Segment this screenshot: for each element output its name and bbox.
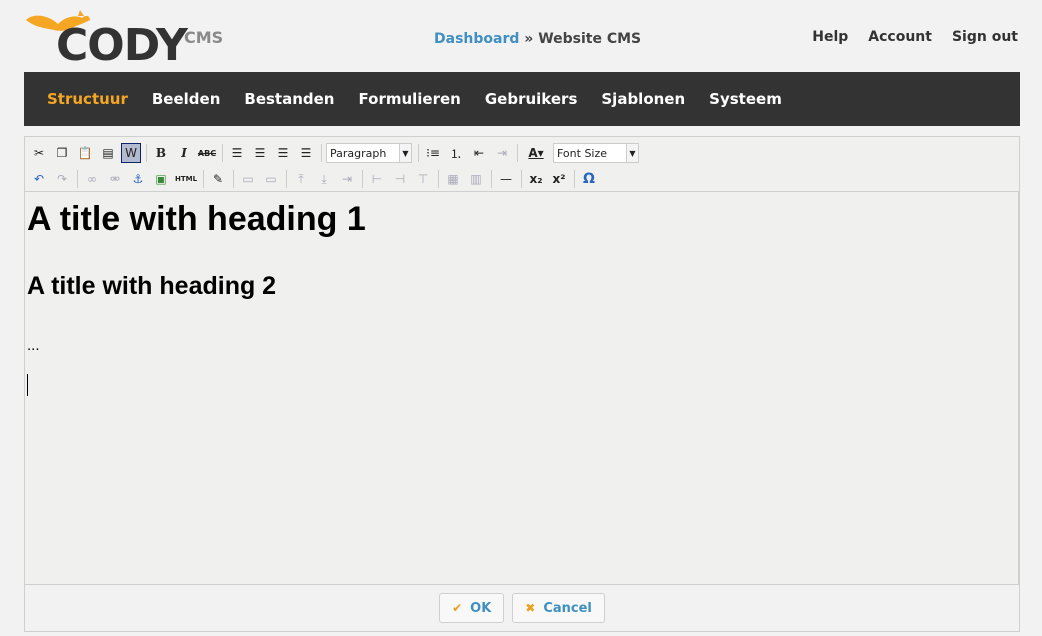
cut-icon[interactable]: ✂ [29, 143, 49, 163]
special-char-icon[interactable]: Ω [579, 169, 599, 189]
sign-out-link[interactable]: Sign out [952, 29, 1018, 45]
logo-suffix: CMS [184, 28, 224, 47]
edit-icon[interactable]: ✎ [208, 169, 228, 189]
paste-icon[interactable]: 📋 [75, 143, 95, 163]
toolbar-separator [418, 144, 419, 162]
col-after-icon[interactable]: ⊣ [390, 169, 410, 189]
editor-panel: ✂ ❐ 📋 ▤ W B I ABC ☰ ☰ ☰ ☰ Paragraph ▼ ⁝≡… [24, 136, 1020, 632]
content-heading-1: A title with heading 1 [27, 200, 366, 238]
toolbar-row-1: ✂ ❐ 📋 ▤ W B I ABC ☰ ☰ ☰ ☰ Paragraph ▼ ⁝≡… [29, 141, 643, 165]
toolbar-separator [438, 170, 439, 188]
paste-word-icon[interactable]: W [121, 143, 141, 163]
toolbar-separator [203, 170, 204, 188]
close-icon: ✖ [525, 601, 536, 615]
nav-item-gebruikers[interactable]: Gebruikers [485, 90, 578, 108]
bullet-list-icon[interactable]: ⁝≡ [423, 143, 443, 163]
row-before-icon[interactable]: ⤒ [291, 169, 311, 189]
image-icon[interactable]: ▣ [151, 169, 171, 189]
align-justify-icon[interactable]: ☰ [296, 143, 316, 163]
ok-button-label: OK [470, 600, 492, 616]
toolbar-separator [517, 144, 518, 162]
chevron-down-icon: ▼ [399, 144, 411, 162]
toolbar-separator [146, 144, 147, 162]
row-after-icon[interactable]: ⤓ [314, 169, 334, 189]
html-icon[interactable]: HTML [174, 169, 198, 189]
content-paragraph: ... [27, 337, 40, 354]
toolbar-separator [321, 144, 322, 162]
align-left-icon[interactable]: ☰ [227, 143, 247, 163]
text-color-icon[interactable]: A▾ [522, 143, 550, 163]
cody-logo: CODY CMS [24, 6, 224, 68]
toolbar-separator [574, 170, 575, 188]
copy-icon[interactable]: ❐ [52, 143, 72, 163]
horizontal-rule-icon[interactable]: — [496, 169, 516, 189]
nav-item-systeem[interactable]: Systeem [709, 90, 782, 108]
bold-icon[interactable]: B [151, 143, 171, 163]
cancel-button-label: Cancel [543, 600, 592, 616]
help-link[interactable]: Help [812, 29, 848, 45]
numbered-list-icon[interactable]: ⒈ [446, 143, 466, 163]
format-select-value: Paragraph [330, 146, 387, 160]
delete-row-icon[interactable]: ⇥ [337, 169, 357, 189]
toolbar-separator [521, 170, 522, 188]
outdent-icon[interactable]: ⇤ [469, 143, 489, 163]
toolbar-separator [286, 170, 287, 188]
editor-footer: ✔ OK ✖ Cancel [25, 584, 1019, 631]
breadcrumb-dashboard-link[interactable]: Dashboard [434, 31, 519, 47]
split-cells-icon[interactable]: ▦ [443, 169, 463, 189]
editor-toolbar: ✂ ❐ 📋 ▤ W B I ABC ☰ ☰ ☰ ☰ Paragraph ▼ ⁝≡… [25, 137, 1019, 192]
toolbar-row-2: ↶ ↷ ∞ ⚮ ⚓ ▣ HTML ✎ ▭ ▭ ⤒ ⤓ ⇥ ⊢ ⊣ ⊤ ▦ ▥ — [29, 167, 602, 191]
nav-item-sjablonen[interactable]: Sjablonen [601, 90, 685, 108]
undo-icon[interactable]: ↶ [29, 169, 49, 189]
align-right-icon[interactable]: ☰ [273, 143, 293, 163]
col-before-icon[interactable]: ⊢ [367, 169, 387, 189]
checkmark-icon: ✔ [452, 601, 463, 615]
toolbar-separator [491, 170, 492, 188]
logo-wordmark: CODY [56, 20, 188, 71]
breadcrumb: Dashboard » Website CMS [434, 31, 641, 47]
anchor-icon[interactable]: ⚓ [128, 169, 148, 189]
subscript-icon[interactable]: x₂ [526, 169, 546, 189]
align-center-icon[interactable]: ☰ [250, 143, 270, 163]
content-heading-2: A title with heading 2 [27, 272, 277, 300]
merge-cells-icon[interactable]: ▥ [466, 169, 486, 189]
chevron-down-icon: ▼ [626, 144, 638, 162]
editor-content-area[interactable]: A title with heading 1 A title with head… [25, 192, 1019, 585]
superscript-icon[interactable]: x² [549, 169, 569, 189]
nav-item-formulieren[interactable]: Formulieren [359, 90, 461, 108]
unlink-icon[interactable]: ⚮ [105, 169, 125, 189]
redo-icon[interactable]: ↷ [52, 169, 72, 189]
toolbar-separator [233, 170, 234, 188]
main-nav: Structuur Beelden Bestanden Formulieren … [24, 72, 1020, 126]
indent-icon[interactable]: ⇥ [492, 143, 512, 163]
toolbar-separator [222, 144, 223, 162]
link-icon[interactable]: ∞ [82, 169, 102, 189]
nav-item-bestanden[interactable]: Bestanden [244, 90, 334, 108]
table-cell-props-icon[interactable]: ▭ [261, 169, 281, 189]
font-size-select[interactable]: Font Size ▼ [553, 143, 639, 163]
breadcrumb-current: Website CMS [538, 31, 642, 47]
italic-icon[interactable]: I [174, 143, 194, 163]
top-links: Help Account Sign out [812, 29, 1018, 45]
text-caret [27, 374, 28, 396]
delete-col-icon[interactable]: ⊤ [413, 169, 433, 189]
format-select[interactable]: Paragraph ▼ [326, 143, 412, 163]
toolbar-separator [362, 170, 363, 188]
toolbar-separator [77, 170, 78, 188]
nav-item-beelden[interactable]: Beelden [152, 90, 221, 108]
ok-button[interactable]: ✔ OK [439, 593, 505, 623]
paste-text-icon[interactable]: ▤ [98, 143, 118, 163]
strikethrough-icon[interactable]: ABC [197, 143, 217, 163]
table-row-props-icon[interactable]: ▭ [238, 169, 258, 189]
nav-item-structuur[interactable]: Structuur [47, 90, 128, 108]
account-link[interactable]: Account [868, 29, 932, 45]
font-size-select-value: Font Size [557, 146, 608, 160]
breadcrumb-separator: » [524, 31, 534, 47]
cancel-button[interactable]: ✖ Cancel [512, 593, 605, 623]
